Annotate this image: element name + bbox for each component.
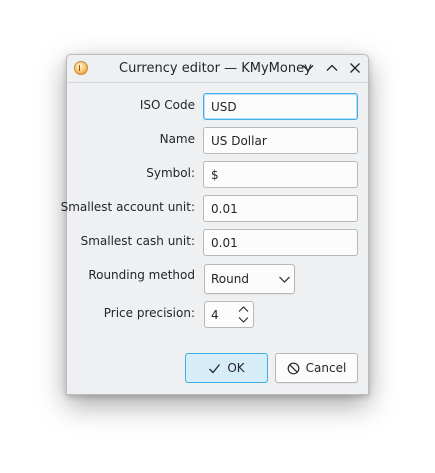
cancel-button-label: Cancel: [305, 361, 347, 375]
price-precision-value: 4: [211, 308, 219, 322]
iso-code-input[interactable]: [203, 93, 358, 120]
chevron-down-icon: [279, 276, 290, 283]
chevron-up-icon: [326, 64, 338, 71]
name-input[interactable]: [203, 127, 358, 154]
close-icon: [350, 63, 360, 73]
name-label: Name: [159, 132, 195, 146]
cancel-icon: [287, 362, 300, 374]
chevron-down-icon: [238, 316, 249, 323]
cancel-button[interactable]: Cancel: [275, 353, 358, 383]
window-title: Currency editor — KMyMoney: [119, 61, 312, 76]
currency-editor-dialog: Currency editor — KMyMoney ISO Code Name…: [61, 54, 369, 395]
kmymoney-app-icon: [74, 61, 88, 75]
spin-up-button[interactable]: [237, 303, 250, 314]
ok-button[interactable]: OK: [185, 353, 268, 383]
spin-down-button[interactable]: [237, 314, 250, 325]
close-button[interactable]: [346, 59, 364, 77]
chevron-down-icon: [302, 65, 314, 72]
smallest-cash-unit-input[interactable]: [203, 229, 358, 256]
rounding-method-value: Round: [211, 272, 249, 286]
price-precision-spinbox[interactable]: 4: [204, 301, 254, 328]
maximize-button[interactable]: [323, 59, 341, 77]
symbol-label: Symbol:: [146, 166, 195, 180]
smallest-cash-unit-label: Smallest cash unit:: [80, 234, 195, 248]
chevron-up-icon: [238, 305, 249, 312]
smallest-account-unit-label: Smallest account unit:: [60, 200, 195, 214]
title-bar[interactable]: Currency editor — KMyMoney: [67, 55, 368, 83]
iso-code-label: ISO Code: [139, 98, 195, 112]
smallest-account-unit-input[interactable]: [203, 195, 358, 222]
checkmark-icon: [209, 363, 221, 373]
price-precision-label: Price precision:: [103, 306, 195, 320]
rounding-method-label: Rounding method: [88, 268, 195, 282]
ok-button-label: OK: [227, 361, 245, 375]
rounding-method-select[interactable]: Round: [204, 264, 295, 294]
symbol-input[interactable]: [203, 161, 358, 188]
minimize-button[interactable]: [299, 59, 317, 77]
